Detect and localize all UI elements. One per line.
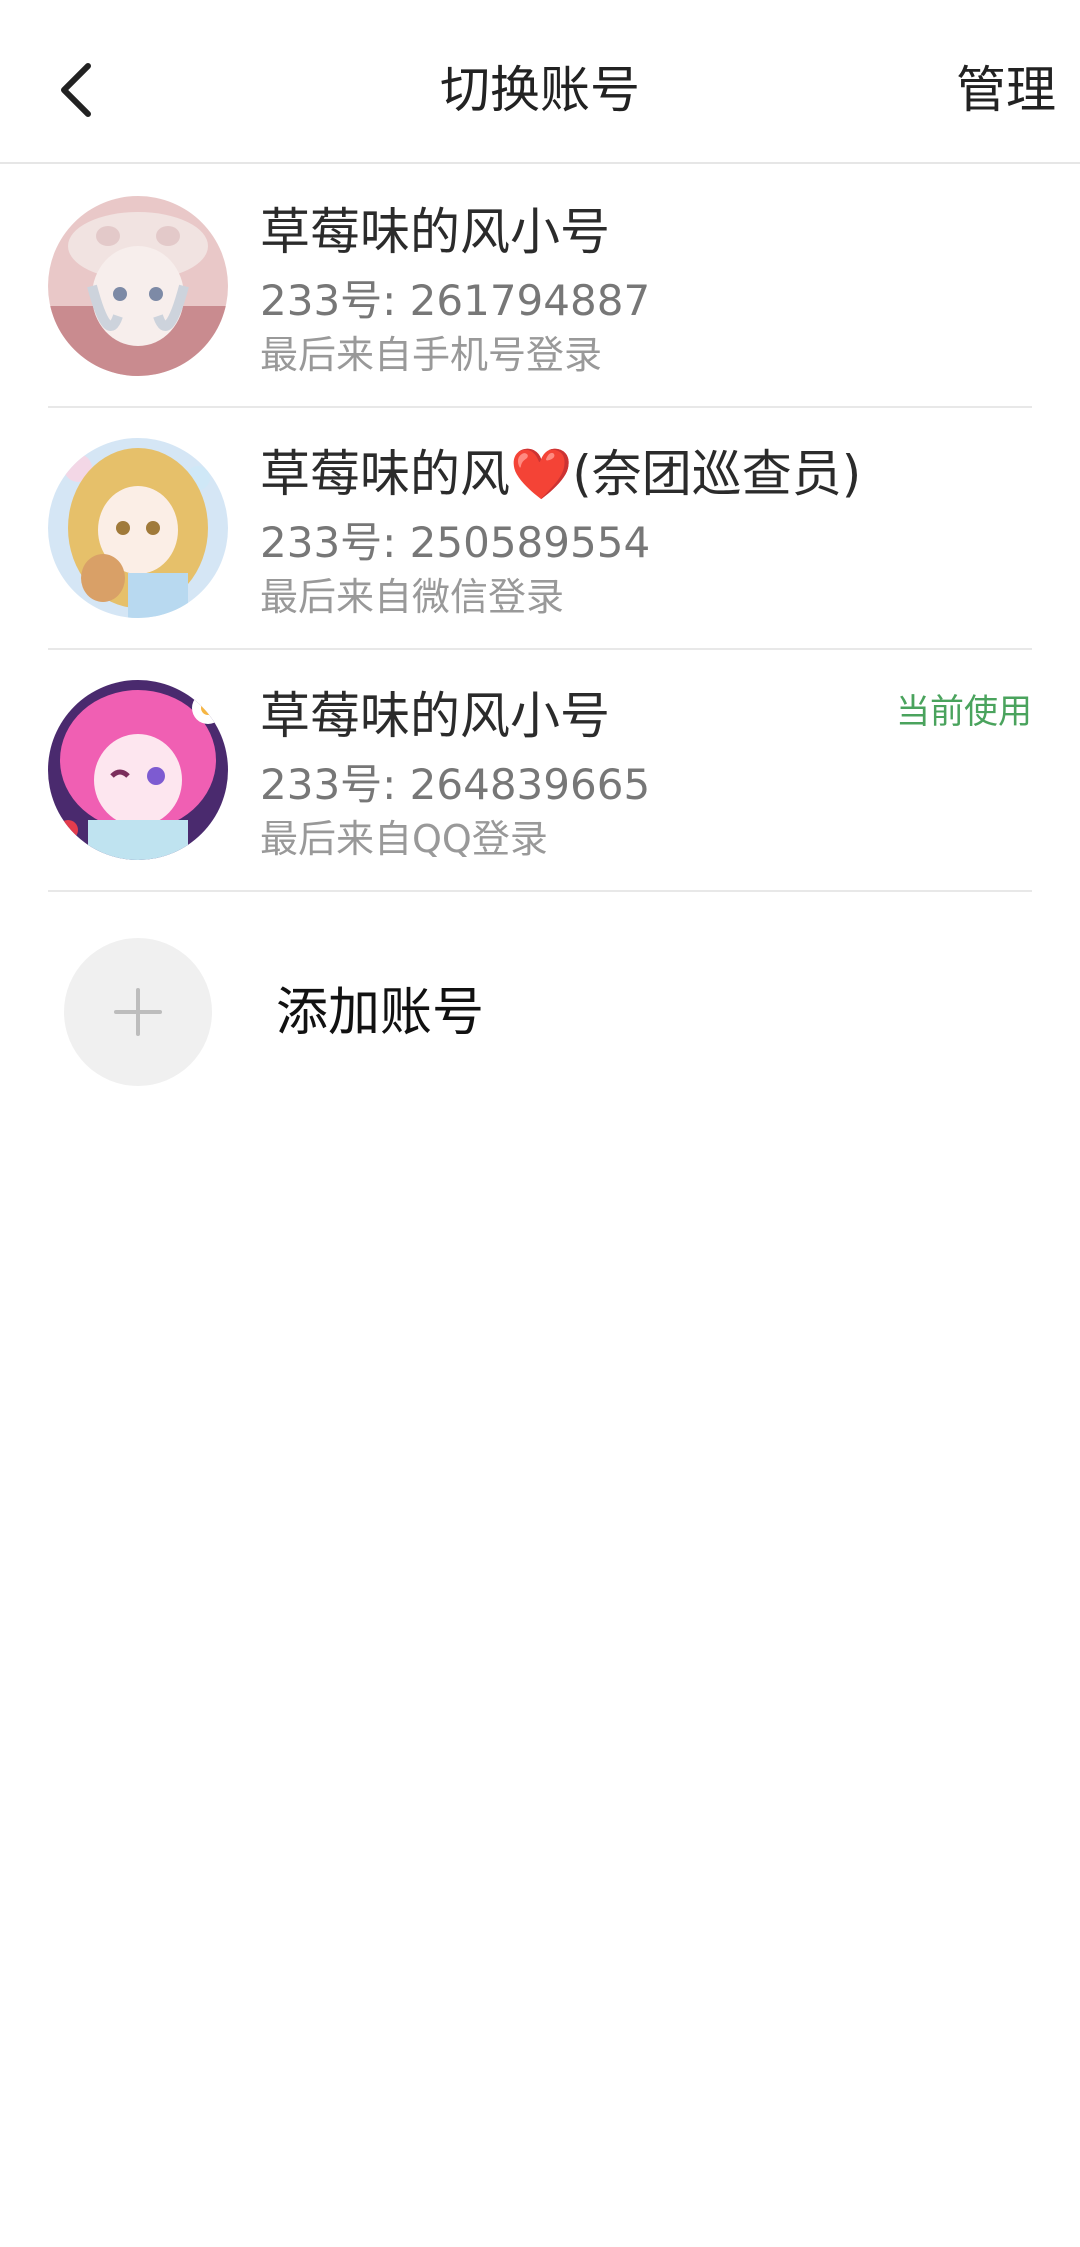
account-name-suffix: (奈团巡查员)	[572, 445, 862, 503]
account-item[interactable]: 草莓味的风小号 233号: 261794887 最后来自手机号登录	[48, 166, 1032, 408]
add-account-circle	[64, 938, 212, 1086]
page-title: 切换账号	[440, 61, 640, 119]
avatar	[48, 680, 228, 860]
add-account-label: 添加账号	[276, 983, 485, 1043]
account-name: 草莓味的风小号	[260, 687, 610, 745]
last-login-method: 最后来自微信登录	[260, 575, 565, 619]
account-id: 233号: 250589554	[260, 518, 651, 567]
account-item[interactable]: 草莓味的风❤️(奈团巡查员) 233号: 250589554 最后来自微信登录	[48, 408, 1032, 650]
account-item[interactable]: 草莓味的风小号 233号: 264839665 最后来自QQ登录 当前使用	[48, 650, 1032, 892]
avatar	[48, 196, 228, 376]
plus-icon	[114, 988, 162, 1036]
account-name: 草莓味的风小号	[260, 203, 610, 261]
heart-icon: ❤️	[510, 445, 573, 503]
account-name-prefix: 草莓味的风	[260, 445, 510, 503]
avatar	[48, 438, 228, 618]
account-id: 233号: 264839665	[260, 760, 651, 809]
last-login-method: 最后来自QQ登录	[260, 817, 548, 861]
add-account-button[interactable]: 添加账号	[48, 932, 1032, 1092]
account-name: 草莓味的风❤️(奈团巡查员)	[260, 442, 861, 506]
switch-account-page: 切换账号 管理 草莓味的风小号 233号: 261794887 最后来自手机号登…	[0, 0, 1080, 2247]
last-login-method: 最后来自手机号登录	[260, 333, 603, 377]
top-bar: 切换账号 管理	[0, 0, 1080, 164]
current-account-badge: 当前使用	[896, 692, 1032, 732]
account-id: 233号: 261794887	[260, 276, 651, 325]
manage-button[interactable]: 管理	[956, 58, 1056, 122]
